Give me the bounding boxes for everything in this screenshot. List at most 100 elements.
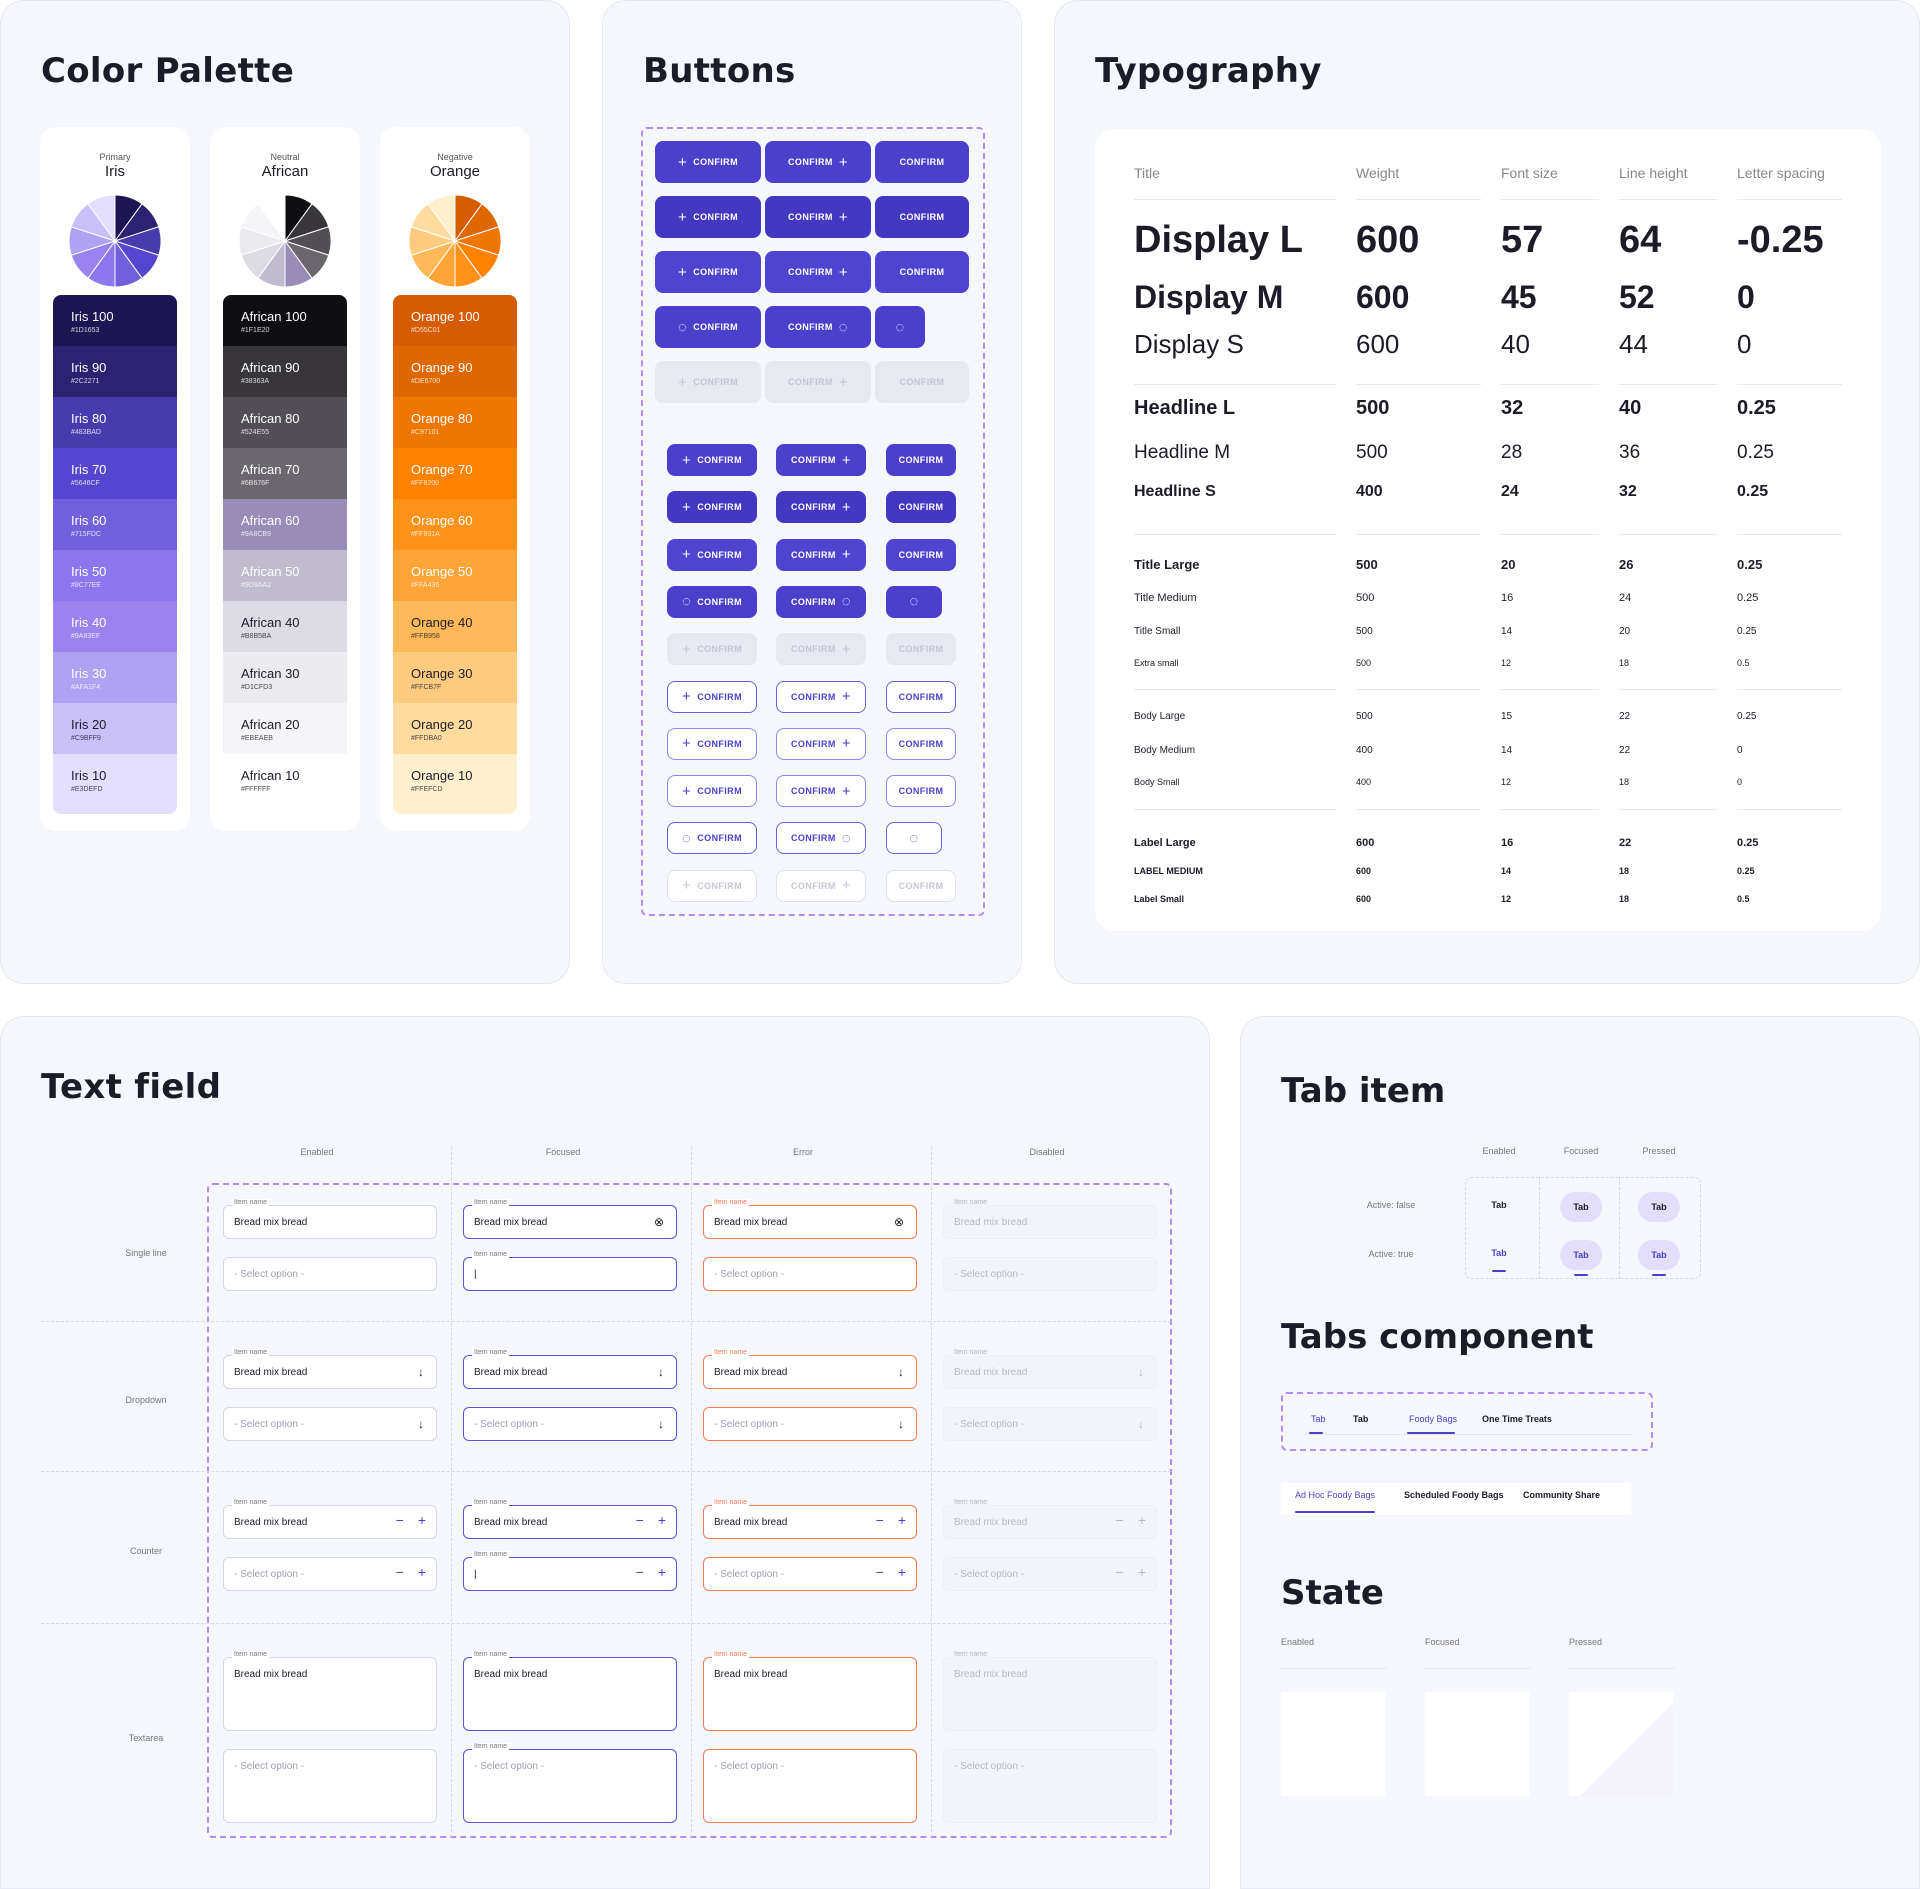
counter-field[interactable]: Item name Bread mix bread − +: [463, 1499, 677, 1539]
state-sample-focused[interactable]: [1425, 1692, 1529, 1796]
single-line-field[interactable]: Item name Bread mix bread: [943, 1199, 1157, 1239]
counter-field[interactable]: - Select option - − +: [223, 1557, 437, 1591]
confirm-button[interactable]: CONFIRM +: [776, 775, 866, 808]
single-line-field[interactable]: - Select option -: [223, 1257, 437, 1291]
loading-icon-button[interactable]: ◌: [886, 822, 942, 855]
counter-field[interactable]: Item name Bread mix bread − +: [223, 1499, 437, 1539]
color-swatch[interactable]: African 20 #EBEAEB: [223, 703, 347, 755]
single-line-field[interactable]: Item name Bread mix bread ⊗: [703, 1199, 917, 1239]
plus-icon[interactable]: +: [898, 1512, 906, 1528]
color-swatch[interactable]: African 10 #FFFFFF: [223, 754, 347, 814]
confirm-button[interactable]: + CONFIRM: [667, 775, 757, 808]
chevron-down-icon[interactable]: ↓: [658, 1417, 664, 1431]
state-sample-enabled[interactable]: [1281, 1692, 1385, 1796]
confirm-button[interactable]: CONFIRM +: [776, 633, 866, 666]
loading-button[interactable]: ◌ CONFIRM: [667, 585, 757, 618]
single-line-field[interactable]: Item name Bread mix bread: [223, 1199, 437, 1239]
dropdown-field[interactable]: - Select option - ↓: [703, 1407, 917, 1441]
color-swatch[interactable]: Iris 10 #E3DEFD: [53, 754, 177, 814]
tab-item[interactable]: Tab: [1560, 1192, 1602, 1222]
textarea-field[interactable]: - Select option -: [943, 1749, 1157, 1823]
clear-icon[interactable]: ⊗: [894, 1215, 904, 1229]
loading-icon-button[interactable]: ◌: [886, 585, 942, 618]
confirm-button[interactable]: CONFIRM: [875, 196, 969, 238]
color-swatch[interactable]: Orange 60 #FF931A: [393, 499, 517, 551]
tab[interactable]: Tab: [1353, 1414, 1368, 1424]
single-line-field[interactable]: - Select option -: [943, 1257, 1157, 1291]
dropdown-field[interactable]: Item name Bread mix bread ↓: [703, 1349, 917, 1389]
color-swatch[interactable]: African 60 #9A8CB9: [223, 499, 347, 551]
confirm-button[interactable]: CONFIRM +: [765, 196, 871, 238]
color-swatch[interactable]: Iris 90 #2C2271: [53, 346, 177, 398]
confirm-button[interactable]: CONFIRM +: [765, 141, 871, 183]
color-swatch[interactable]: Orange 90 #DE6700: [393, 346, 517, 398]
dropdown-field[interactable]: - Select option - ↓: [943, 1407, 1157, 1441]
color-swatch[interactable]: Orange 30 #FFCB7F: [393, 652, 517, 704]
confirm-button[interactable]: CONFIRM: [886, 444, 956, 476]
counter-field[interactable]: - Select option - − +: [943, 1557, 1157, 1591]
single-line-field[interactable]: Item name Bread mix bread ⊗: [463, 1199, 677, 1239]
color-swatch[interactable]: African 80 #524E55: [223, 397, 347, 449]
tab-item[interactable]: Tab: [1560, 1240, 1602, 1270]
chevron-down-icon[interactable]: ↓: [658, 1365, 664, 1379]
color-swatch[interactable]: Orange 20 #FFDBA0: [393, 703, 517, 755]
color-swatch[interactable]: Iris 60 #715FDC: [53, 499, 177, 551]
confirm-button[interactable]: CONFIRM +: [776, 491, 866, 524]
textarea-field[interactable]: Item name Bread mix bread: [943, 1651, 1157, 1731]
confirm-button[interactable]: + CONFIRM: [655, 196, 761, 238]
color-swatch[interactable]: African 100 #1F1E20: [223, 295, 347, 347]
color-swatch[interactable]: African 50 #9D9AA2: [223, 550, 347, 602]
confirm-button[interactable]: CONFIRM +: [765, 361, 871, 403]
chevron-down-icon[interactable]: ↓: [1138, 1365, 1144, 1379]
counter-field[interactable]: Item name | − +: [463, 1551, 677, 1591]
plus-icon[interactable]: +: [1138, 1512, 1146, 1528]
counter-field[interactable]: - Select option - − +: [703, 1557, 917, 1591]
confirm-button[interactable]: CONFIRM +: [776, 538, 866, 571]
confirm-button[interactable]: + CONFIRM: [667, 538, 757, 571]
confirm-button[interactable]: CONFIRM +: [776, 727, 866, 760]
confirm-button[interactable]: CONFIRM: [875, 361, 969, 403]
textarea-field[interactable]: - Select option -: [223, 1749, 437, 1823]
tab-item[interactable]: Tab: [1638, 1192, 1680, 1222]
counter-field[interactable]: Item name Bread mix bread − +: [703, 1499, 917, 1539]
confirm-button[interactable]: + CONFIRM: [655, 251, 761, 293]
minus-icon[interactable]: −: [636, 1564, 644, 1580]
confirm-button[interactable]: CONFIRM: [875, 141, 969, 183]
textarea-field[interactable]: - Select option -: [703, 1749, 917, 1823]
color-swatch[interactable]: Iris 80 #483BAD: [53, 397, 177, 449]
loading-icon-button[interactable]: ◌: [875, 306, 925, 348]
confirm-button[interactable]: CONFIRM: [875, 251, 969, 293]
color-swatch[interactable]: Orange 100 #D55C01: [393, 295, 517, 347]
minus-icon[interactable]: −: [1116, 1512, 1124, 1528]
confirm-button[interactable]: CONFIRM +: [765, 251, 871, 293]
color-swatch[interactable]: African 70 #6B676F: [223, 448, 347, 500]
tab-item[interactable]: Tab: [1638, 1240, 1680, 1270]
color-swatch[interactable]: Iris 20 #C9BFF9: [53, 703, 177, 755]
confirm-button[interactable]: CONFIRM: [886, 775, 956, 808]
tab[interactable]: Scheduled Foody Bags: [1404, 1490, 1504, 1500]
loading-button[interactable]: ◌ CONFIRM: [655, 306, 761, 348]
dropdown-field[interactable]: - Select option - ↓: [223, 1407, 437, 1441]
confirm-button[interactable]: + CONFIRM: [655, 141, 761, 183]
textarea-field[interactable]: - Select option - Item name: [463, 1743, 677, 1823]
tab-item[interactable]: Tab: [1479, 1248, 1519, 1258]
chevron-down-icon[interactable]: ↓: [418, 1417, 424, 1431]
loading-button[interactable]: CONFIRM ◌: [765, 306, 871, 348]
tab-item[interactable]: Tab: [1479, 1200, 1519, 1210]
loading-button[interactable]: CONFIRM ◌: [776, 822, 866, 855]
single-line-field[interactable]: Item name |: [463, 1251, 677, 1291]
dropdown-field[interactable]: Item name Bread mix bread ↓: [223, 1349, 437, 1389]
color-swatch[interactable]: African 40 #B8B5BA: [223, 601, 347, 653]
minus-icon[interactable]: −: [876, 1564, 884, 1580]
plus-icon[interactable]: +: [418, 1512, 426, 1528]
minus-icon[interactable]: −: [1116, 1564, 1124, 1580]
tab[interactable]: One Time Treats: [1482, 1414, 1552, 1424]
plus-icon[interactable]: +: [898, 1564, 906, 1580]
minus-icon[interactable]: −: [876, 1512, 884, 1528]
color-swatch[interactable]: Orange 10 #FFEFCD: [393, 754, 517, 814]
color-swatch[interactable]: Orange 70 #FF8200: [393, 448, 517, 500]
confirm-button[interactable]: + CONFIRM: [667, 633, 757, 666]
confirm-button[interactable]: CONFIRM +: [776, 869, 866, 902]
textarea-field[interactable]: Item name Bread mix bread: [463, 1651, 677, 1731]
plus-icon[interactable]: +: [418, 1564, 426, 1580]
